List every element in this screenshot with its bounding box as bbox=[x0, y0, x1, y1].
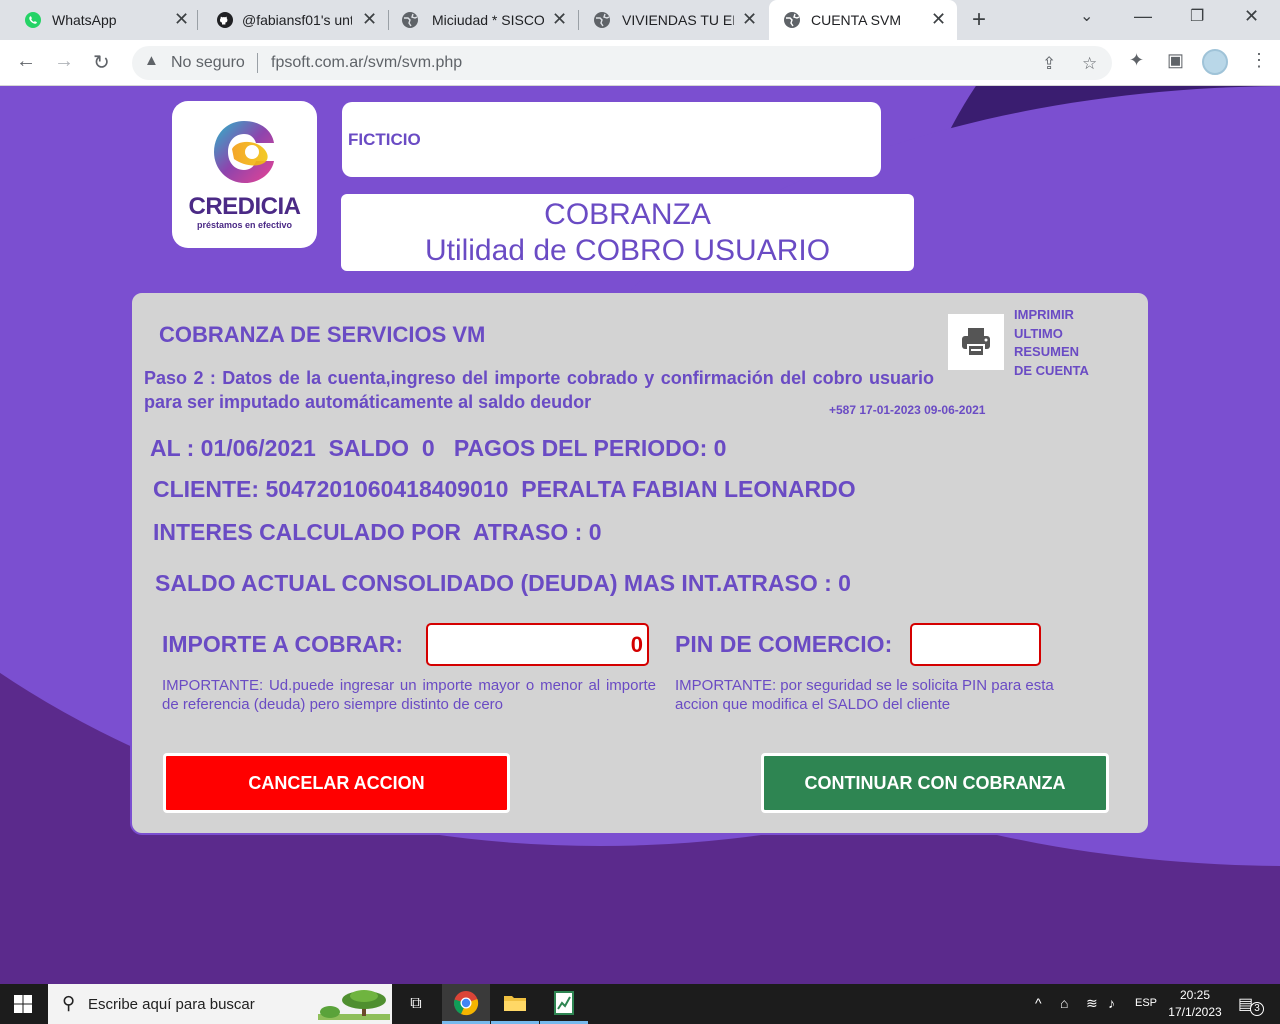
taskbar-clock[interactable]: 20:25 17/1/2023 bbox=[1160, 987, 1230, 1021]
forward-button[interactable]: → bbox=[54, 50, 74, 73]
clock-time: 20:25 bbox=[1179, 988, 1211, 1002]
reference-stamp: +587 17-01-2023 09-06-2021 bbox=[829, 403, 986, 417]
chevron-up-icon[interactable]: ^ bbox=[1035, 995, 1042, 1011]
tab-viviendas[interactable]: VIVIENDAS TU EL ✕ bbox=[579, 0, 769, 40]
summary-line: AL : 01/06/2021 SALDO 0 PAGOS DEL PERIOD… bbox=[150, 435, 727, 461]
url-text[interactable]: fpsoft.com.ar/svm/svm.php bbox=[271, 54, 462, 72]
volume-icon[interactable]: ♪ bbox=[1108, 995, 1115, 1011]
page-title-line2: Utilidad de COBRO USUARIO bbox=[424, 234, 831, 267]
profile-avatar[interactable] bbox=[1202, 49, 1228, 75]
print-label[interactable]: IMPRIMIR ULTIMO RESUMEN DE CUENTA bbox=[1014, 306, 1114, 380]
client-line: CLIENTE: 5047201060418409010 PERALTA FAB… bbox=[153, 476, 856, 502]
logo-name: CREDICIA bbox=[188, 193, 301, 220]
account-name-box: FICTICIO bbox=[342, 102, 881, 177]
pin-note: IMPORTANTE: por seguridad se le solicita… bbox=[675, 677, 1054, 713]
pin-label: PIN DE COMERCIO: bbox=[675, 631, 893, 657]
print-label-line: ULTIMO bbox=[1014, 325, 1063, 341]
warning-icon[interactable]: ▲ bbox=[144, 52, 159, 69]
taskbar-chrome[interactable] bbox=[442, 984, 490, 1024]
close-icon[interactable]: ✕ bbox=[174, 9, 189, 30]
url-path: /svm/svm.php bbox=[363, 54, 463, 71]
security-label[interactable]: No seguro bbox=[171, 54, 245, 72]
search-highlight-tree-icon bbox=[318, 990, 390, 1020]
notification-count: 3 bbox=[1250, 1002, 1264, 1016]
pin-input[interactable] bbox=[910, 623, 1041, 666]
windows-start-icon[interactable] bbox=[14, 995, 32, 1013]
taskbar-search[interactable]: ⚲ Escribe aquí para buscar bbox=[48, 984, 392, 1024]
back-button[interactable]: ← bbox=[16, 50, 36, 73]
taskbar-file-explorer[interactable] bbox=[491, 984, 539, 1024]
meet-now-icon[interactable]: ⌂ bbox=[1060, 995, 1068, 1011]
search-placeholder: Escribe aquí para buscar bbox=[88, 996, 255, 1013]
extensions-icon[interactable]: ✦ bbox=[1129, 50, 1144, 71]
step-description: Paso 2 : Datos de la cuenta,ingreso del … bbox=[144, 368, 934, 412]
credicia-logo: CREDICIA préstamos en efectivo bbox=[172, 101, 317, 248]
continue-button[interactable]: CONTINUAR CON COBRANZA bbox=[761, 753, 1109, 813]
restore-button[interactable]: ❐ bbox=[1190, 6, 1204, 26]
new-tab-button[interactable]: + bbox=[972, 6, 986, 34]
globe-icon bbox=[784, 12, 800, 28]
interest-line: INTERES CALCULADO POR ATRASO : 0 bbox=[153, 519, 602, 545]
globe-icon bbox=[402, 12, 418, 28]
page: CREDICIA préstamos en efectivo FICTICIO … bbox=[0, 86, 1280, 984]
tab-github[interactable]: @fabiansf01's unt ✕ bbox=[198, 0, 388, 40]
address-toolbar: ← → ↻ ▲ No seguro fpsoft.com.ar/svm/svm.… bbox=[0, 40, 1280, 86]
minimize-button[interactable]: — bbox=[1134, 6, 1152, 27]
printer-icon bbox=[962, 328, 990, 357]
chrome-icon bbox=[454, 990, 479, 1015]
print-label-line: DE CUENTA bbox=[1014, 362, 1089, 378]
divider bbox=[257, 53, 258, 73]
close-icon[interactable]: ✕ bbox=[362, 9, 377, 30]
github-icon bbox=[217, 12, 233, 28]
panel-title: COBRANZA DE SERVICIOS VM bbox=[159, 322, 486, 347]
amount-input[interactable] bbox=[426, 623, 649, 666]
close-icon[interactable]: ✕ bbox=[931, 9, 946, 30]
windows-taskbar: ⚲ Escribe aquí para buscar ⧉ ^ ⌂ ≋ ♪ ESP… bbox=[0, 984, 1280, 1024]
tab-title: @fabiansf01's unt bbox=[242, 12, 352, 28]
taskbar-app[interactable] bbox=[540, 984, 588, 1024]
tab-search-icon[interactable]: ⌄ bbox=[1080, 6, 1093, 26]
reload-button[interactable]: ↻ bbox=[93, 50, 110, 75]
page-title: COBRANZA Utilidad de COBRO USUARIO bbox=[341, 194, 914, 271]
close-icon[interactable]: ✕ bbox=[742, 9, 757, 30]
notification-center-icon[interactable]: ▤ 3 bbox=[1238, 994, 1264, 1016]
share-icon[interactable]: ⇪ bbox=[1042, 54, 1056, 74]
globe-icon bbox=[594, 12, 610, 28]
browser-tab-bar: WhatsApp ✕ @fabiansf01's unt ✕ Miciudad … bbox=[0, 0, 1280, 40]
star-icon[interactable]: ☆ bbox=[1082, 54, 1097, 74]
account-name: FICTICIO bbox=[348, 130, 421, 149]
print-button[interactable] bbox=[948, 314, 1004, 370]
menu-icon[interactable]: ⋮ bbox=[1250, 50, 1268, 71]
logo-tagline: préstamos en efectivo bbox=[196, 220, 293, 230]
amount-note: IMPORTANTE: Ud.puede ingresar un importe… bbox=[162, 677, 656, 713]
wifi-icon[interactable]: ≋ bbox=[1086, 995, 1098, 1012]
tab-whatsapp[interactable]: WhatsApp ✕ bbox=[0, 0, 196, 40]
tab-cuenta-svm[interactable]: CUENTA SVM ✕ bbox=[769, 0, 957, 40]
tab-title: VIVIENDAS TU EL bbox=[622, 12, 734, 28]
side-panel-icon[interactable]: ▣ bbox=[1167, 50, 1184, 71]
task-view-button[interactable]: ⧉ bbox=[392, 984, 440, 1024]
search-icon: ⚲ bbox=[62, 993, 76, 1013]
tab-title: CUENTA SVM bbox=[811, 12, 901, 28]
close-window-button[interactable]: ✕ bbox=[1244, 6, 1259, 27]
print-label-line: RESUMEN bbox=[1014, 344, 1080, 359]
url-host: fpsoft.com.ar bbox=[271, 54, 364, 71]
page-title-line1: COBRANZA bbox=[544, 198, 711, 231]
credicia-logo-icon bbox=[214, 121, 274, 183]
cancel-button[interactable]: CANCELAR ACCION bbox=[163, 753, 510, 813]
whatsapp-icon bbox=[25, 12, 41, 28]
balance-line: SALDO ACTUAL CONSOLIDADO (DEUDA) MAS INT… bbox=[155, 570, 851, 596]
print-label-line: IMPRIMIR bbox=[1014, 307, 1074, 322]
tab-miciudad[interactable]: Miciudad * SISCO ✕ bbox=[389, 0, 579, 40]
language-indicator[interactable]: ESP bbox=[1135, 997, 1157, 1009]
omnibox[interactable]: ▲ No seguro fpsoft.com.ar/svm/svm.php ⇪ … bbox=[132, 46, 1112, 80]
folder-icon bbox=[504, 995, 526, 1011]
tab-title: Miciudad * SISCO bbox=[432, 12, 544, 28]
amount-label: IMPORTE A COBRAR: bbox=[162, 631, 404, 657]
clock-date: 17/1/2023 bbox=[1168, 1005, 1222, 1019]
tab-title: WhatsApp bbox=[52, 12, 117, 28]
close-icon[interactable]: ✕ bbox=[552, 9, 567, 30]
cobranza-panel: COBRANZA DE SERVICIOS VM Paso 2 : Datos … bbox=[130, 291, 1150, 835]
spreadsheet-icon bbox=[554, 990, 574, 1015]
